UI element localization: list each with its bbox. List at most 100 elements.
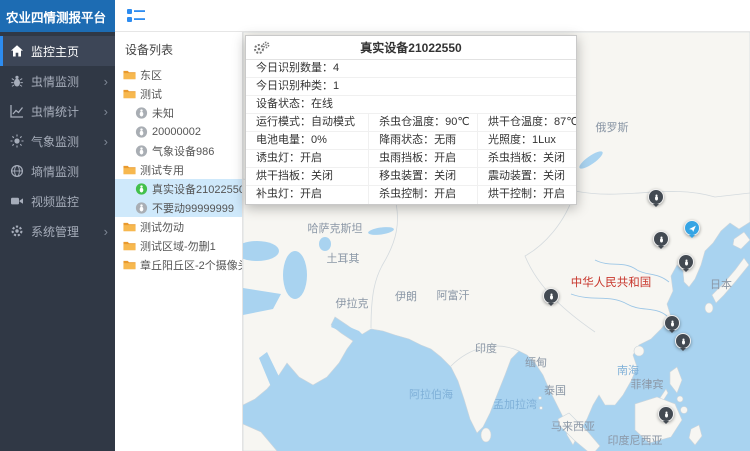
popup-grid-row: 诱虫灯：开启虫雨挡板：开启杀虫挡板：关闭 bbox=[246, 150, 576, 168]
panel-toggle-icon[interactable] bbox=[127, 8, 145, 23]
tree-item-label: 未知 bbox=[152, 105, 174, 121]
app-title: 农业四情测报平台 bbox=[6, 7, 106, 26]
popup-grid-cell: 移虫装置：关闭 bbox=[368, 168, 477, 185]
sidebar-item-label: 气象监测 bbox=[31, 133, 104, 150]
popup-info-row: 设备状态：在线 bbox=[246, 96, 576, 114]
tree-item-label: 20000002 bbox=[152, 126, 201, 138]
popup-grid-row: 电池电量：0%降雨状态：无雨光照度：1Lux bbox=[246, 132, 576, 150]
chevron-right-icon: › bbox=[104, 75, 108, 88]
popup-title: 真实设备21022550 bbox=[360, 39, 461, 56]
popup-grid: 运行模式：自动模式杀虫仓温度：90℃烘干仓温度：87℃电池电量：0%降雨状态：无… bbox=[246, 114, 576, 204]
folder-icon bbox=[123, 69, 136, 81]
popup-grid-row: 补虫灯：开启杀虫控制：开启烘干控制：开启 bbox=[246, 186, 576, 204]
sidebar-item-2[interactable]: 虫情统计› bbox=[0, 96, 115, 126]
map-marker-1[interactable] bbox=[653, 231, 669, 247]
device-status-icon bbox=[135, 183, 148, 195]
map-marker-2[interactable] bbox=[678, 254, 694, 270]
bug-icon bbox=[10, 74, 24, 88]
app-logo: 农业四情测报平台 bbox=[0, 0, 115, 32]
map-marker-0[interactable] bbox=[648, 189, 664, 205]
popup-grid-cell: 补虫灯：开启 bbox=[246, 186, 368, 204]
chevron-right-icon: › bbox=[104, 105, 108, 118]
popup-grid-cell: 光照度：1Lux bbox=[477, 132, 576, 149]
sidebar-item-4[interactable]: 墒情监测 bbox=[0, 156, 115, 186]
popup-grid-row: 运行模式：自动模式杀虫仓温度：90℃烘干仓温度：87℃ bbox=[246, 114, 576, 132]
map-marker-5[interactable] bbox=[675, 333, 691, 349]
map-marker-4[interactable] bbox=[664, 315, 680, 331]
folder-icon bbox=[123, 259, 136, 271]
popup-info-row: 今日识别数量：4 bbox=[246, 60, 576, 78]
sidebar-item-5[interactable]: 视频监控 bbox=[0, 186, 115, 216]
home-icon bbox=[10, 44, 24, 58]
popup-grid-cell: 降雨状态：无雨 bbox=[368, 132, 477, 149]
sidebar-item-3[interactable]: 气象监测› bbox=[0, 126, 115, 156]
device-status-icon bbox=[135, 202, 148, 214]
popup-grid-cell: 震动装置：关闭 bbox=[477, 168, 576, 185]
popup-grid-cell: 烘干仓温度：87℃ bbox=[477, 114, 576, 131]
popup-header: 真实设备21022550 bbox=[246, 36, 576, 60]
popup-grid-cell: 杀虫仓温度：90℃ bbox=[368, 114, 477, 131]
sidebar: 农业四情测报平台 监控主页虫情监测›虫情统计›气象监测›墒情监测视频监控系统管理… bbox=[0, 0, 115, 451]
sidebar-item-label: 监控主页 bbox=[31, 43, 108, 60]
sidebar-item-label: 虫情统计 bbox=[31, 103, 104, 120]
popup-grid-cell: 运行模式：自动模式 bbox=[246, 114, 368, 131]
sidebar-item-label: 视频监控 bbox=[31, 193, 108, 210]
tree-device-3[interactable]: 20000002 bbox=[115, 122, 242, 141]
chart-icon bbox=[10, 104, 24, 118]
device-list-title: 设备列表 bbox=[115, 32, 242, 65]
tree-item-label: 真实设备21022550 bbox=[152, 181, 242, 197]
popup-grid-row: 烘干挡板：关闭移虫装置：关闭震动装置：关闭 bbox=[246, 168, 576, 186]
tree-device-6[interactable]: 真实设备21022550 bbox=[115, 179, 242, 198]
device-status-icon bbox=[135, 126, 148, 138]
gear-icon bbox=[10, 224, 24, 238]
tree-device-7[interactable]: 不要动99999999 bbox=[115, 198, 242, 217]
tree-item-label: 测试区域-勿删1 bbox=[140, 238, 216, 254]
sidebar-item-label: 墒情监测 bbox=[31, 163, 108, 180]
tree-item-label: 测试勿动 bbox=[140, 219, 184, 235]
topbar bbox=[115, 0, 750, 32]
popup-grid-cell: 虫雨挡板：开启 bbox=[368, 150, 477, 167]
tree-item-label: 不要动99999999 bbox=[152, 200, 234, 216]
tree-item-label: 东区 bbox=[140, 67, 162, 83]
tree-device-2[interactable]: 未知 bbox=[115, 103, 242, 122]
sidebar-item-label: 虫情监测 bbox=[31, 73, 104, 90]
globe-icon bbox=[10, 164, 24, 178]
tree-folder-0[interactable]: 东区 bbox=[115, 65, 242, 84]
tree-item-label: 测试 bbox=[140, 86, 162, 102]
device-status-icon bbox=[135, 145, 148, 157]
folder-icon bbox=[123, 240, 136, 252]
sidebar-item-1[interactable]: 虫情监测› bbox=[0, 66, 115, 96]
folder-icon bbox=[123, 88, 136, 100]
sidebar-item-0[interactable]: 监控主页 bbox=[0, 36, 115, 66]
device-status-icon bbox=[135, 107, 148, 119]
popup-grid-cell: 诱虫灯：开启 bbox=[246, 150, 368, 167]
chevron-right-icon: › bbox=[104, 225, 108, 238]
sidebar-item-label: 系统管理 bbox=[31, 223, 104, 240]
folder-icon bbox=[123, 221, 136, 233]
popup-grid-cell: 电池电量：0% bbox=[246, 132, 368, 149]
popup-info-row: 今日识别种类：1 bbox=[246, 78, 576, 96]
tree-item-label: 测试专用 bbox=[140, 162, 184, 178]
sidebar-item-6[interactable]: 系统管理› bbox=[0, 216, 115, 246]
tree-folder-5[interactable]: 测试专用 bbox=[115, 160, 242, 179]
gears-icon[interactable] bbox=[253, 41, 270, 55]
device-info-popup: 真实设备21022550 今日识别数量：4今日识别种类：1设备状态：在线 运行模… bbox=[245, 35, 577, 205]
chevron-right-icon: › bbox=[104, 135, 108, 148]
map-marker-6[interactable] bbox=[658, 406, 674, 422]
map-marker-3[interactable] bbox=[543, 288, 559, 304]
popup-grid-cell: 杀虫挡板：关闭 bbox=[477, 150, 576, 167]
popup-rows: 今日识别数量：4今日识别种类：1设备状态：在线 bbox=[246, 60, 576, 114]
device-tree: 东区测试未知 20000002 气象设备986 测试专用真实设备21022550 不要动… bbox=[115, 65, 242, 274]
map-marker-active-7[interactable] bbox=[684, 220, 700, 236]
video-icon bbox=[10, 194, 24, 208]
tree-device-4[interactable]: 气象设备986 bbox=[115, 141, 242, 160]
popup-grid-cell: 杀虫控制：开启 bbox=[368, 186, 477, 204]
tree-folder-1[interactable]: 测试 bbox=[115, 84, 242, 103]
popup-grid-cell: 烘干挡板：关闭 bbox=[246, 168, 368, 185]
tree-folder-10[interactable]: 章丘阳丘区-2个摄像头 bbox=[115, 255, 242, 274]
tree-item-label: 章丘阳丘区-2个摄像头 bbox=[140, 257, 242, 273]
tree-folder-9[interactable]: 测试区域-勿删1 bbox=[115, 236, 242, 255]
weather-icon bbox=[10, 134, 24, 148]
sidebar-nav: 监控主页虫情监测›虫情统计›气象监测›墒情监测视频监控系统管理› bbox=[0, 32, 115, 246]
tree-folder-8[interactable]: 测试勿动 bbox=[115, 217, 242, 236]
